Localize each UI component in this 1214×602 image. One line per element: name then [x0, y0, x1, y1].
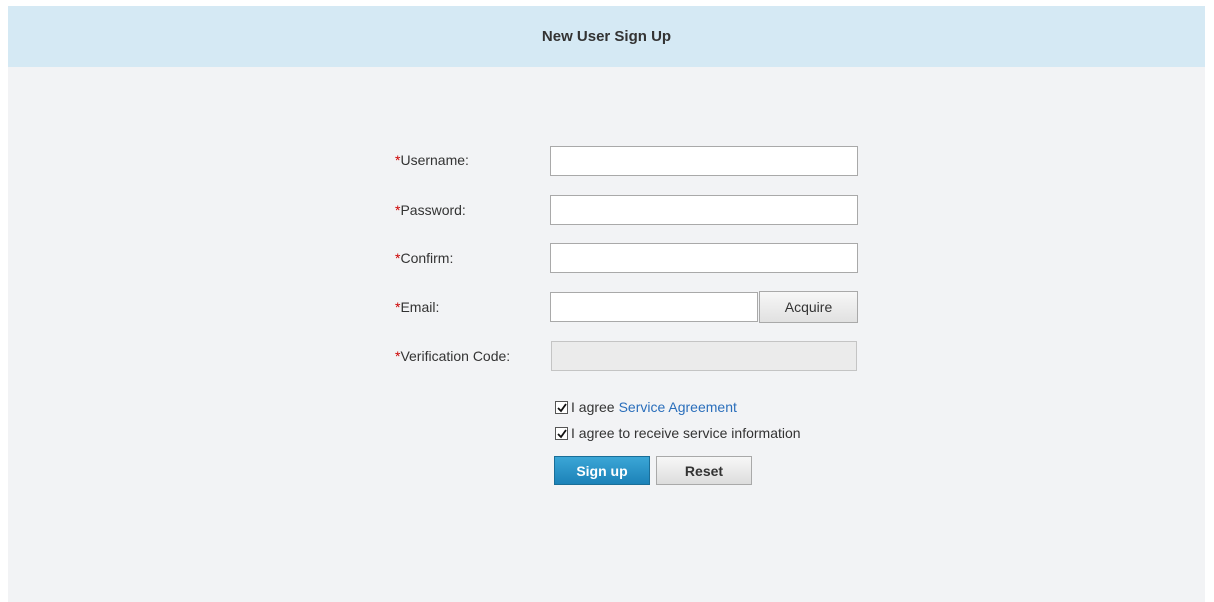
email-label: *Email:: [395, 299, 440, 315]
agree-service-label: I agree: [571, 399, 615, 415]
verification-label: *Verification Code:: [395, 348, 511, 364]
username-label: *Username:: [395, 152, 469, 168]
header-bar: New User Sign Up: [8, 6, 1205, 67]
agree-service-row: I agree Service Agreement: [555, 397, 737, 417]
sign-up-button[interactable]: Sign up: [554, 456, 650, 485]
acquire-button[interactable]: Acquire: [759, 291, 858, 323]
confirm-label: *Confirm:: [395, 250, 454, 266]
password-input[interactable]: [550, 195, 858, 225]
agree-info-row: I agree to receive service information: [555, 423, 801, 443]
check-icon: [557, 428, 567, 438]
password-label: *Password:: [395, 202, 466, 218]
agree-info-label: I agree to receive service information: [571, 425, 801, 441]
check-icon: [557, 402, 567, 412]
username-input[interactable]: [550, 146, 858, 176]
page-title: New User Sign Up: [541, 28, 672, 45]
agree-service-checkbox[interactable]: [555, 400, 568, 414]
agree-info-checkbox[interactable]: [555, 426, 568, 440]
confirm-password-input[interactable]: [550, 243, 858, 273]
reset-button[interactable]: Reset: [656, 456, 752, 485]
email-input[interactable]: [550, 292, 758, 322]
service-agreement-link[interactable]: Service Agreement: [619, 399, 737, 415]
verification-code-input[interactable]: [551, 341, 857, 371]
